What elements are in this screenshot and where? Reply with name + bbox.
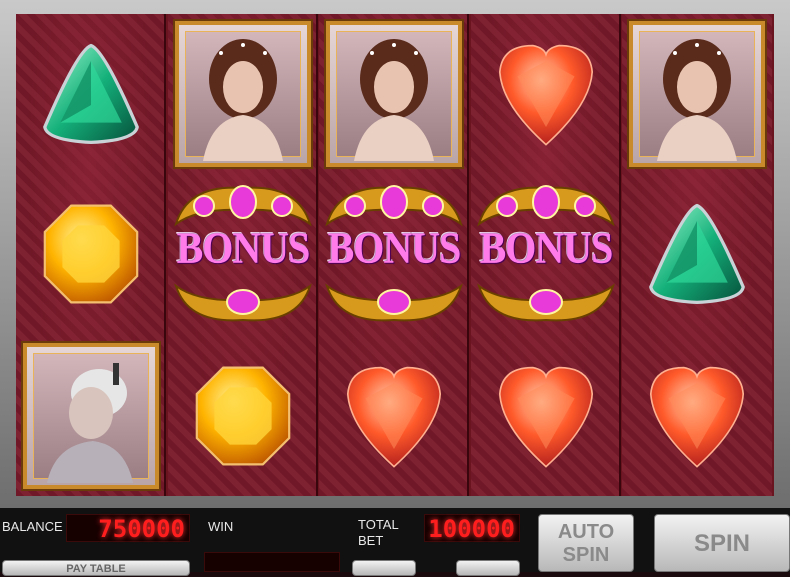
bet-increase-button[interactable] [456,560,520,576]
portrait-icon [324,19,464,169]
symbol-green-gem [16,14,166,174]
bonus-symbol: BONUS [319,174,469,334]
symbol-yellow-gem [168,336,318,496]
reel-4: BONUS [471,14,621,496]
red-heart-gem-icon [498,44,594,146]
red-heart-gem-icon [346,366,442,468]
auto-spin-line2: SPIN [562,544,610,566]
reels-area: BONUS BONUS BONUS [16,14,774,496]
symbol-red-gem [471,336,621,496]
total-bet-label-line1: TOTAL [358,517,399,532]
balance-display: 750000 [66,514,190,543]
yellow-octagon-gem-icon [195,366,291,466]
balance-label: BALANCE [2,519,63,534]
control-panel: BALANCE 750000 WIN TOTAL BET 100000 AUTO… [0,508,790,576]
bonus-symbol: BONUS [471,174,621,334]
auto-spin-line1: AUTO [557,521,615,543]
symbol-portrait [319,14,469,174]
symbol-yellow-gem [16,174,166,334]
pay-table-button[interactable]: PAY TABLE [2,560,190,576]
bonus-label: BONUS [176,222,311,273]
reel-1 [16,14,166,496]
portrait-icon [21,341,161,491]
symbol-portrait [622,14,772,174]
symbol-bonus: BONUS [168,174,318,334]
auto-spin-button[interactable]: AUTO SPIN [538,514,634,572]
reel-2: BONUS [168,14,318,496]
symbol-green-gem [622,174,772,334]
green-trillion-gem-icon [649,203,745,305]
reel-5 [622,14,772,496]
spin-button[interactable]: SPIN [654,514,790,572]
win-label: WIN [208,519,234,534]
bonus-label: BONUS [479,222,614,273]
symbol-red-gem [622,336,772,496]
symbol-red-gem [319,336,469,496]
symbol-portrait [16,336,166,496]
green-trillion-gem-icon [43,43,139,145]
yellow-octagon-gem-icon [43,204,139,304]
portrait-icon [173,19,313,169]
red-heart-gem-icon [649,366,745,468]
bet-decrease-button[interactable] [352,560,416,576]
win-display [204,552,340,572]
reel-3: BONUS [319,14,469,496]
bonus-label: BONUS [327,222,462,273]
symbol-bonus: BONUS [319,174,469,334]
symbol-portrait [168,14,318,174]
red-heart-gem-icon [498,366,594,468]
portrait-icon [627,19,767,169]
total-bet-label-line2: BET [358,533,384,548]
bonus-symbol: BONUS [168,174,318,334]
symbol-bonus: BONUS [471,174,621,334]
symbol-red-gem [471,14,621,174]
total-bet-display: 100000 [424,514,520,543]
